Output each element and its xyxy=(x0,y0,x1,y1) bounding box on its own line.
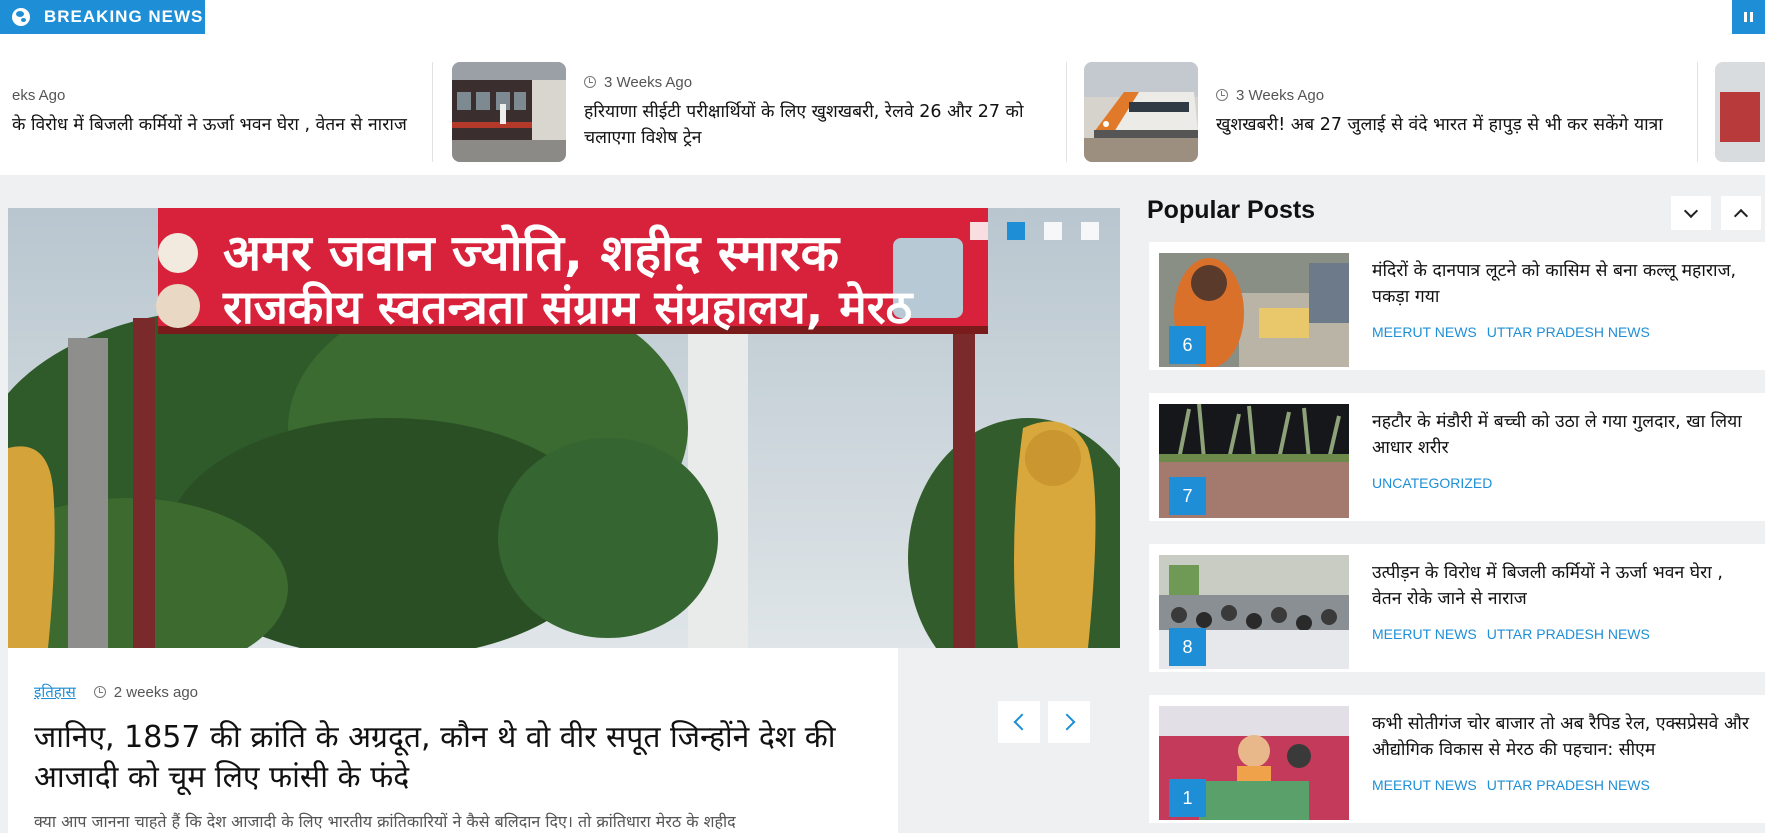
ticker-time-text: 3 Weeks Ago xyxy=(604,73,693,91)
ticker-time: 3 Weeks Ago xyxy=(1216,87,1686,104)
ticker-time: eks Ago xyxy=(12,87,432,104)
slider-prev-button[interactable] xyxy=(998,701,1040,743)
ticker-thumbnail[interactable] xyxy=(1715,62,1765,162)
ticker-title[interactable]: के विरोध में बिजली कर्मियों ने ऊर्जा भवन… xyxy=(12,112,432,138)
ticker-title[interactable]: हरियाणा सीईटी परीक्षार्थियों के लिए खुशख… xyxy=(584,99,1054,151)
popular-post-title[interactable]: कभी सोतीगंज चोर बाजार तो अब रैपिड रेल, ए… xyxy=(1372,711,1757,763)
caption-title[interactable]: जानिए, 1857 की क्रांति के अग्रदूत, कौन थ… xyxy=(34,718,872,798)
category-link[interactable]: MEERUT NEWS xyxy=(1372,777,1477,793)
clock-icon xyxy=(93,686,106,698)
slider-dot-active[interactable] xyxy=(1007,222,1025,240)
ticker-time-text: 3 Weeks Ago xyxy=(1236,86,1325,104)
sign-text-line1: अमर जवान ज्योति, शहीद स्मारक xyxy=(223,224,841,282)
ticker-pause-button[interactable] xyxy=(1732,0,1765,34)
clock-icon xyxy=(1216,89,1228,101)
category-link[interactable]: UTTAR PRADESH NEWS xyxy=(1487,626,1650,642)
category-link[interactable]: UNCATEGORIZED xyxy=(1372,475,1492,491)
pause-icon-bar xyxy=(1750,12,1753,22)
ticker-item[interactable]: 3 Weeks Ago खुशखबरी! अब 27 जुलाई से वंदे… xyxy=(1084,62,1686,162)
sign-text-line2: राजकीय स्वतन्त्रता संग्राम संग्रहालय, मे… xyxy=(222,280,915,334)
chevron-down-icon xyxy=(1683,203,1699,218)
chevron-left-icon xyxy=(1013,713,1030,731)
news-ticker: eks Ago के विरोध में बिजली कर्मियों ने ऊ… xyxy=(0,50,1765,175)
category-link[interactable]: UTTAR PRADESH NEWS xyxy=(1487,777,1650,793)
category-link[interactable]: MEERUT NEWS xyxy=(1372,324,1477,340)
featured-caption: इतिहास 2 weeks ago जानिए, 1857 की क्रांत… xyxy=(8,648,898,833)
caption-category-link[interactable]: इतिहास xyxy=(34,682,76,702)
ticker-item[interactable]: eks Ago के विरोध में बिजली कर्मियों ने ऊ… xyxy=(0,62,432,162)
caption-meta: इतिहास 2 weeks ago xyxy=(34,682,872,702)
caption-excerpt: क्या आप जानना चाहते हैं कि देश आजादी के … xyxy=(34,812,736,831)
popular-post-card[interactable]: 7 नहटौर के मंडौरी में बच्ची को उठा ले गय… xyxy=(1149,393,1765,521)
pause-icon xyxy=(1744,12,1747,22)
slider-pagination xyxy=(970,222,1099,240)
globe-icon xyxy=(12,8,30,26)
popular-post-thumbnail[interactable]: 8 xyxy=(1159,555,1349,669)
popular-post-thumbnail[interactable]: 1 xyxy=(1159,706,1349,820)
popular-posts-up-button[interactable] xyxy=(1721,196,1761,230)
ticker-time: 3 Weeks Ago xyxy=(584,74,1054,91)
caption-time: 2 weeks ago xyxy=(93,683,199,701)
caption-time-text: 2 weeks ago xyxy=(113,683,199,701)
popular-posts-heading: Popular Posts xyxy=(1147,196,1316,224)
popular-post-rank: 1 xyxy=(1169,779,1206,817)
popular-post-rank: 8 xyxy=(1169,628,1206,666)
popular-post-card[interactable]: 6 मंदिरों के दानपात्र लूटने को कासिम से … xyxy=(1149,242,1765,370)
ticker-divider xyxy=(1697,62,1698,162)
popular-post-categories: MEERUT NEWS UTTAR PRADESH NEWS xyxy=(1372,324,1757,340)
popular-post-title[interactable]: उत्पीड़न के विरोध में बिजली कर्मियों ने … xyxy=(1372,560,1757,612)
popular-post-thumbnail[interactable]: 7 xyxy=(1159,404,1349,518)
popular-post-categories: UNCATEGORIZED xyxy=(1372,475,1757,491)
ticker-time-text: eks Ago xyxy=(12,86,66,104)
category-link[interactable]: MEERUT NEWS xyxy=(1372,626,1477,642)
slider-dot[interactable] xyxy=(970,222,988,240)
popular-post-rank: 7 xyxy=(1169,477,1206,515)
popular-post-title[interactable]: मंदिरों के दानपात्र लूटने को कासिम से बन… xyxy=(1372,258,1757,310)
popular-post-rank: 6 xyxy=(1169,326,1206,364)
popular-post-card[interactable]: 8 उत्पीड़न के विरोध में बिजली कर्मियों न… xyxy=(1149,544,1765,672)
breaking-news-label: BREAKING NEWS xyxy=(44,7,204,26)
popular-post-categories: MEERUT NEWS UTTAR PRADESH NEWS xyxy=(1372,777,1757,793)
popular-post-thumbnail[interactable]: 6 xyxy=(1159,253,1349,367)
category-link[interactable]: UTTAR PRADESH NEWS xyxy=(1487,324,1650,340)
ticker-divider xyxy=(1066,62,1067,162)
popular-post-categories: MEERUT NEWS UTTAR PRADESH NEWS xyxy=(1372,626,1757,642)
slider-dot[interactable] xyxy=(1044,222,1062,240)
popular-post-card[interactable]: 1 कभी सोतीगंज चोर बाजार तो अब रैपिड रेल,… xyxy=(1149,695,1765,823)
breaking-news-badge: BREAKING NEWS xyxy=(0,0,205,34)
chevron-up-icon xyxy=(1733,208,1749,223)
slider-dot[interactable] xyxy=(1081,222,1099,240)
chevron-right-icon xyxy=(1058,713,1075,731)
ticker-item[interactable]: 3 Weeks Ago हरियाणा सीईटी परीक्षार्थियों… xyxy=(452,62,1054,162)
ticker-title[interactable]: खुशखबरी! अब 27 जुलाई से वंदे भारत में हा… xyxy=(1216,112,1686,138)
popular-post-title[interactable]: नहटौर के मंडौरी में बच्ची को उठा ले गया … xyxy=(1372,409,1757,461)
popular-posts-down-button[interactable] xyxy=(1671,196,1711,230)
clock-icon xyxy=(584,76,596,88)
ticker-thumbnail[interactable] xyxy=(452,62,566,162)
featured-slider-image[interactable]: अमर जवान ज्योति, शहीद स्मारक राजकीय स्वत… xyxy=(8,208,1120,648)
ticker-thumbnail[interactable] xyxy=(1084,62,1198,162)
slider-next-button[interactable] xyxy=(1048,701,1090,743)
ticker-divider xyxy=(432,62,433,162)
